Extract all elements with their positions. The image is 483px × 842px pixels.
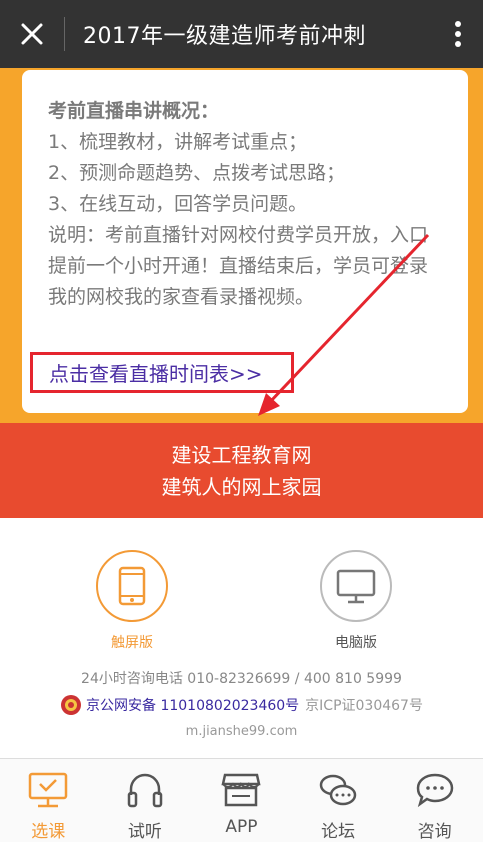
intro-item: 3、在线互动，回答学员问题。 xyxy=(48,193,308,215)
touch-version-button[interactable]: 触屏版 xyxy=(94,550,170,652)
intro-heading: 考前直播串讲概况： xyxy=(48,100,220,122)
close-icon xyxy=(21,23,43,45)
tab-consult[interactable]: 咨询 xyxy=(386,759,483,842)
chat-bubbles-icon xyxy=(319,774,357,806)
intro-item: 1、梳理教材，讲解考试重点； xyxy=(48,131,308,153)
brand-slogan: 建筑人的网上家园 xyxy=(161,475,322,499)
intro-item: 2、预测命题趋势、点拨考试思路； xyxy=(48,162,346,184)
police-badge-icon xyxy=(61,695,82,715)
store-icon xyxy=(221,773,262,807)
tab-courses[interactable]: 选课 xyxy=(0,759,97,842)
monitor-icon xyxy=(29,772,68,808)
tab-trial[interactable]: 试听 xyxy=(97,759,194,842)
license-row: 京公网安备 11010802023460号 京ICP证030467号 xyxy=(0,694,483,716)
tab-label: APP xyxy=(225,817,258,837)
brand-banner: 建设工程教育网 建筑人的网上家园 xyxy=(0,423,483,518)
intro-note: 说明：考前直播针对网校付费学员开放，入口提前一个小时开通！直播结束后，学员可登录… xyxy=(48,224,429,308)
intro-section: 考前直播串讲概况： 1、梳理教材，讲解考试重点； 2、预测命题趋势、点拨考试思路… xyxy=(0,68,483,423)
footer-area: 触屏版 电脑版 24小时咨询电话 010-82326699 / 400 810 … xyxy=(0,518,483,758)
desktop-version-button[interactable]: 电脑版 xyxy=(318,550,394,652)
police-record-link[interactable]: 京公网安备 11010802023460号 xyxy=(86,695,299,715)
tab-label: 咨询 xyxy=(417,822,452,842)
close-button[interactable] xyxy=(0,0,64,68)
more-vertical-icon xyxy=(455,21,461,47)
tab-app[interactable]: APP xyxy=(193,759,290,842)
site-domain: m.jianshe99.com xyxy=(185,724,298,739)
touch-version-circle xyxy=(96,550,168,622)
more-button[interactable] xyxy=(433,0,483,68)
monitor-icon xyxy=(336,569,376,604)
schedule-link[interactable]: 点击查看直播时间表>> xyxy=(30,352,294,393)
tab-label: 选课 xyxy=(31,822,66,842)
desktop-version-circle xyxy=(320,550,392,622)
tab-label: 论坛 xyxy=(321,822,356,842)
tab-forum[interactable]: 论坛 xyxy=(290,759,387,842)
hotline-text: 24小时咨询电话 010-82326699 / 400 810 5999 xyxy=(81,671,402,687)
tab-label: 试听 xyxy=(127,822,162,842)
top-bar: 2017年一级建造师考前冲刺 xyxy=(0,0,483,68)
phone-icon xyxy=(118,566,146,606)
headphones-icon xyxy=(127,773,163,808)
page-title: 2017年一级建造师考前冲刺 xyxy=(83,24,366,49)
bottom-tab-bar: 选课 试听 APP 论坛 咨询 xyxy=(0,758,483,842)
touch-version-label: 触屏版 xyxy=(111,635,153,651)
brand-name: 建设工程教育网 xyxy=(171,443,312,467)
icp-number: 京ICP证030467号 xyxy=(305,698,423,714)
desktop-version-label: 电脑版 xyxy=(335,635,377,651)
speech-bubble-icon xyxy=(416,773,453,808)
